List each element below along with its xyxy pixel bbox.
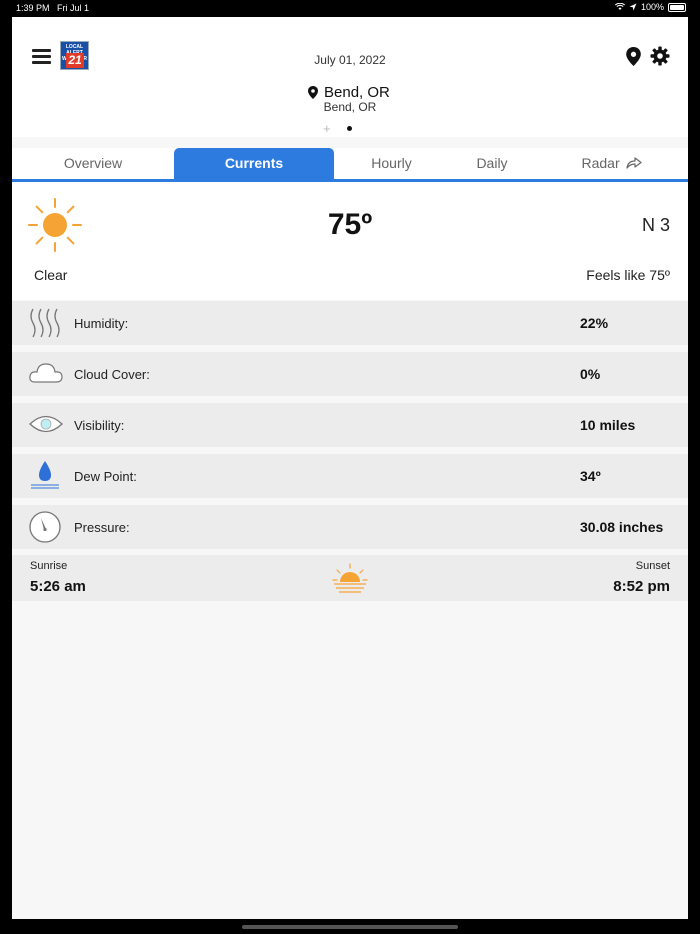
location-pin-icon [308, 86, 318, 99]
pressure-row: Pressure: 30.08 inches [12, 505, 688, 549]
pressure-value: 30.08 inches [580, 519, 664, 535]
location-subtitle: Bend, OR [323, 100, 377, 114]
tab-hourly[interactable]: Hourly [334, 148, 449, 179]
settings-button[interactable] [650, 46, 670, 66]
visibility-value: 10 miles [580, 417, 636, 433]
location-title: Bend, OR [324, 84, 390, 101]
humidity-value: 22% [580, 315, 609, 331]
dew-point-label: Dew Point: [74, 469, 137, 484]
status-time: 1:39 PM Fri Jul 1 [16, 3, 90, 13]
wifi-icon [614, 3, 625, 10]
home-indicator[interactable] [242, 925, 458, 929]
battery-percent: 100% [640, 2, 664, 12]
status-bar: 1:39 PM Fri Jul 1 100% [0, 0, 700, 16]
dew-drop-icon [31, 461, 59, 489]
sunset-time: 8:52 pm [613, 578, 670, 595]
feels-like-text: Feels like 75º [586, 267, 670, 283]
tab-overview[interactable]: Overview [12, 148, 174, 179]
add-location-page[interactable]: + [323, 121, 331, 136]
sun-times-bar: Sunrise 5:26 am Sunset 8:52 pm [12, 555, 688, 601]
sunset-label: Sunset [635, 560, 670, 572]
tab-bar: Overview Currents Hourly Daily Radar [12, 148, 688, 179]
visibility-label: Visibility: [74, 418, 125, 433]
condition-text: Clear [34, 267, 68, 283]
visibility-row: Visibility: 10 miles [12, 403, 688, 447]
gauge-icon [29, 511, 61, 543]
humidity-row: Humidity: 22% [12, 301, 688, 345]
sunrise-sunset-icon [332, 563, 368, 593]
humidity-label: Humidity: [74, 316, 129, 331]
eye-icon [29, 415, 63, 433]
header-date: July 01, 2022 [314, 53, 386, 67]
share-arrow-icon [625, 157, 642, 169]
cloud-cover-row: Cloud Cover: 0% [12, 352, 688, 396]
location-arrow-icon [629, 3, 637, 11]
current-temperature: 75º [327, 208, 373, 241]
current-conditions: 75º N 3 Clear Feels like 75º [12, 182, 688, 300]
dew-point-value: 34º [580, 468, 601, 484]
tab-daily[interactable]: Daily [449, 148, 535, 179]
page-indicator-dot[interactable] [347, 126, 352, 131]
cloud-cover-value: 0% [580, 366, 601, 382]
cloud-icon [29, 363, 63, 383]
wind-value: N 3 [641, 215, 670, 235]
cloud-cover-label: Cloud Cover: [74, 367, 150, 382]
sunrise-time: 5:26 am [30, 578, 86, 595]
battery-icon [668, 2, 686, 12]
humidity-icon [30, 308, 60, 338]
header: LOCAL ALERT WEATHER 21 July 01, 2022 Ben… [12, 17, 688, 137]
pressure-label: Pressure: [74, 520, 130, 535]
app-screen: LOCAL ALERT WEATHER 21 July 01, 2022 Ben… [12, 17, 688, 919]
tab-currents[interactable]: Currents [174, 148, 334, 179]
sunrise-label: Sunrise [30, 560, 68, 572]
status-right: 100% [614, 2, 686, 12]
tab-radar[interactable]: Radar [535, 148, 688, 179]
location-button[interactable] [626, 47, 641, 66]
dew-point-row: Dew Point: 34º [12, 454, 688, 498]
tab-radar-label: Radar [581, 155, 620, 171]
